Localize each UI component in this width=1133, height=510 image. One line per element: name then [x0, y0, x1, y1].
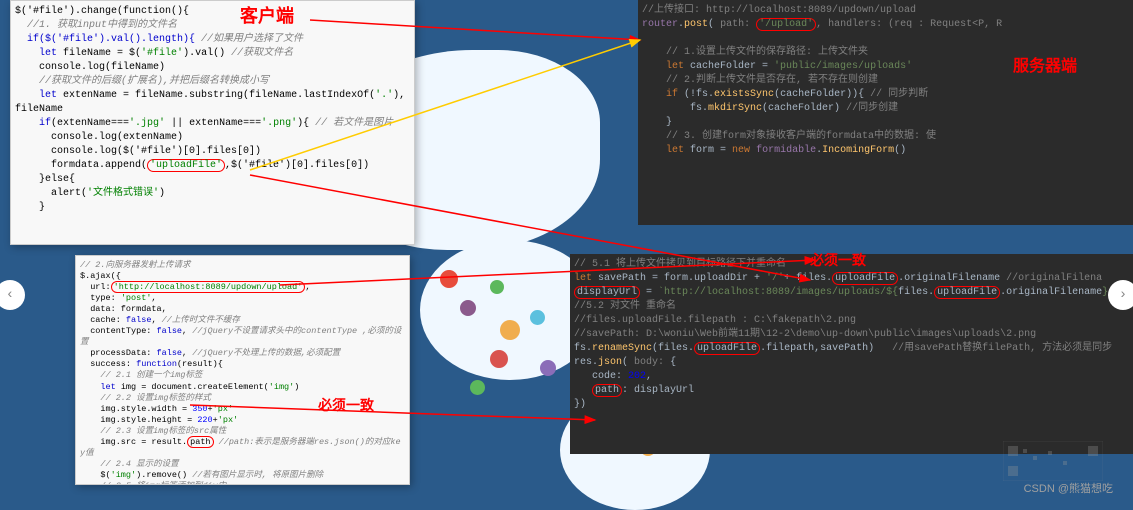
code-block-ajax: // 2.向服务器发射上传请求 $.ajax({ url:'http://loc… — [80, 260, 405, 485]
uploadfile-mark-3: uploadFile — [934, 286, 1000, 299]
watermark-text: CSDN @熊猫想吃 — [1024, 480, 1113, 496]
annotation-server: 服务器端 — [1013, 52, 1077, 76]
code-block-client: $('#file').change(function(){ //1. 获取inp… — [15, 5, 410, 215]
carousel-next-button[interactable]: › — [1108, 280, 1133, 310]
displayurl-mark: displayUrl — [574, 286, 640, 299]
server-router-panel: //上传接口: http://localhost:8089/updown/upl… — [638, 0, 1133, 225]
path-mark-client: path — [187, 436, 213, 448]
chevron-right-icon: › — [1119, 287, 1127, 303]
url-mark: 'http://localhost:8089/updown/upload' — [111, 281, 306, 293]
code-block-save: // 5.1 将上传文件拷贝到目标路径下并重命名 let savePath = … — [574, 258, 1129, 412]
chevron-left-icon: ‹ — [6, 287, 14, 303]
uploadfile-mark-4: uploadFile — [694, 342, 760, 355]
annotation-match-1: 必须一致 — [810, 250, 866, 270]
client-code-panel: $('#file').change(function(){ //1. 获取inp… — [10, 0, 415, 245]
code-block-router: //上传接口: http://localhost:8089/updown/upl… — [642, 4, 1129, 158]
annotation-client: 客户端 — [240, 2, 294, 28]
server-save-panel: // 5.1 将上传文件拷贝到目标路径下并重命名 let savePath = … — [570, 254, 1133, 454]
carousel-prev-button[interactable]: ‹ — [0, 280, 25, 310]
annotation-match-2: 必须一致 — [318, 395, 374, 415]
ajax-code-panel: // 2.向服务器发射上传请求 $.ajax({ url:'http://loc… — [75, 255, 410, 485]
qr-code-icon — [1003, 441, 1103, 481]
upload-path-mark: '/upload' — [756, 18, 816, 31]
path-mark-server: path — [592, 384, 622, 397]
uploadfile-mark-2: uploadFile — [832, 272, 898, 285]
uploadfile-mark-1: 'uploadFile' — [147, 159, 225, 172]
